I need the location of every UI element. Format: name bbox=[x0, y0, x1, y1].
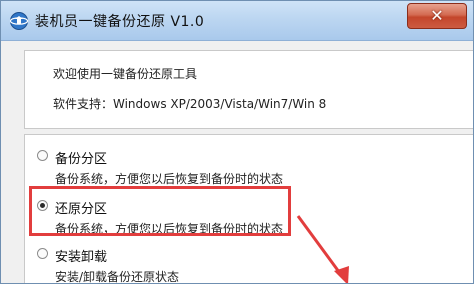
red-arrow-annotation bbox=[296, 215, 349, 283]
app-window: 装机员一键备份还原 V1.0 ✕ 欢迎使用一键备份还原工具 软件支持：Windo… bbox=[0, 0, 474, 284]
